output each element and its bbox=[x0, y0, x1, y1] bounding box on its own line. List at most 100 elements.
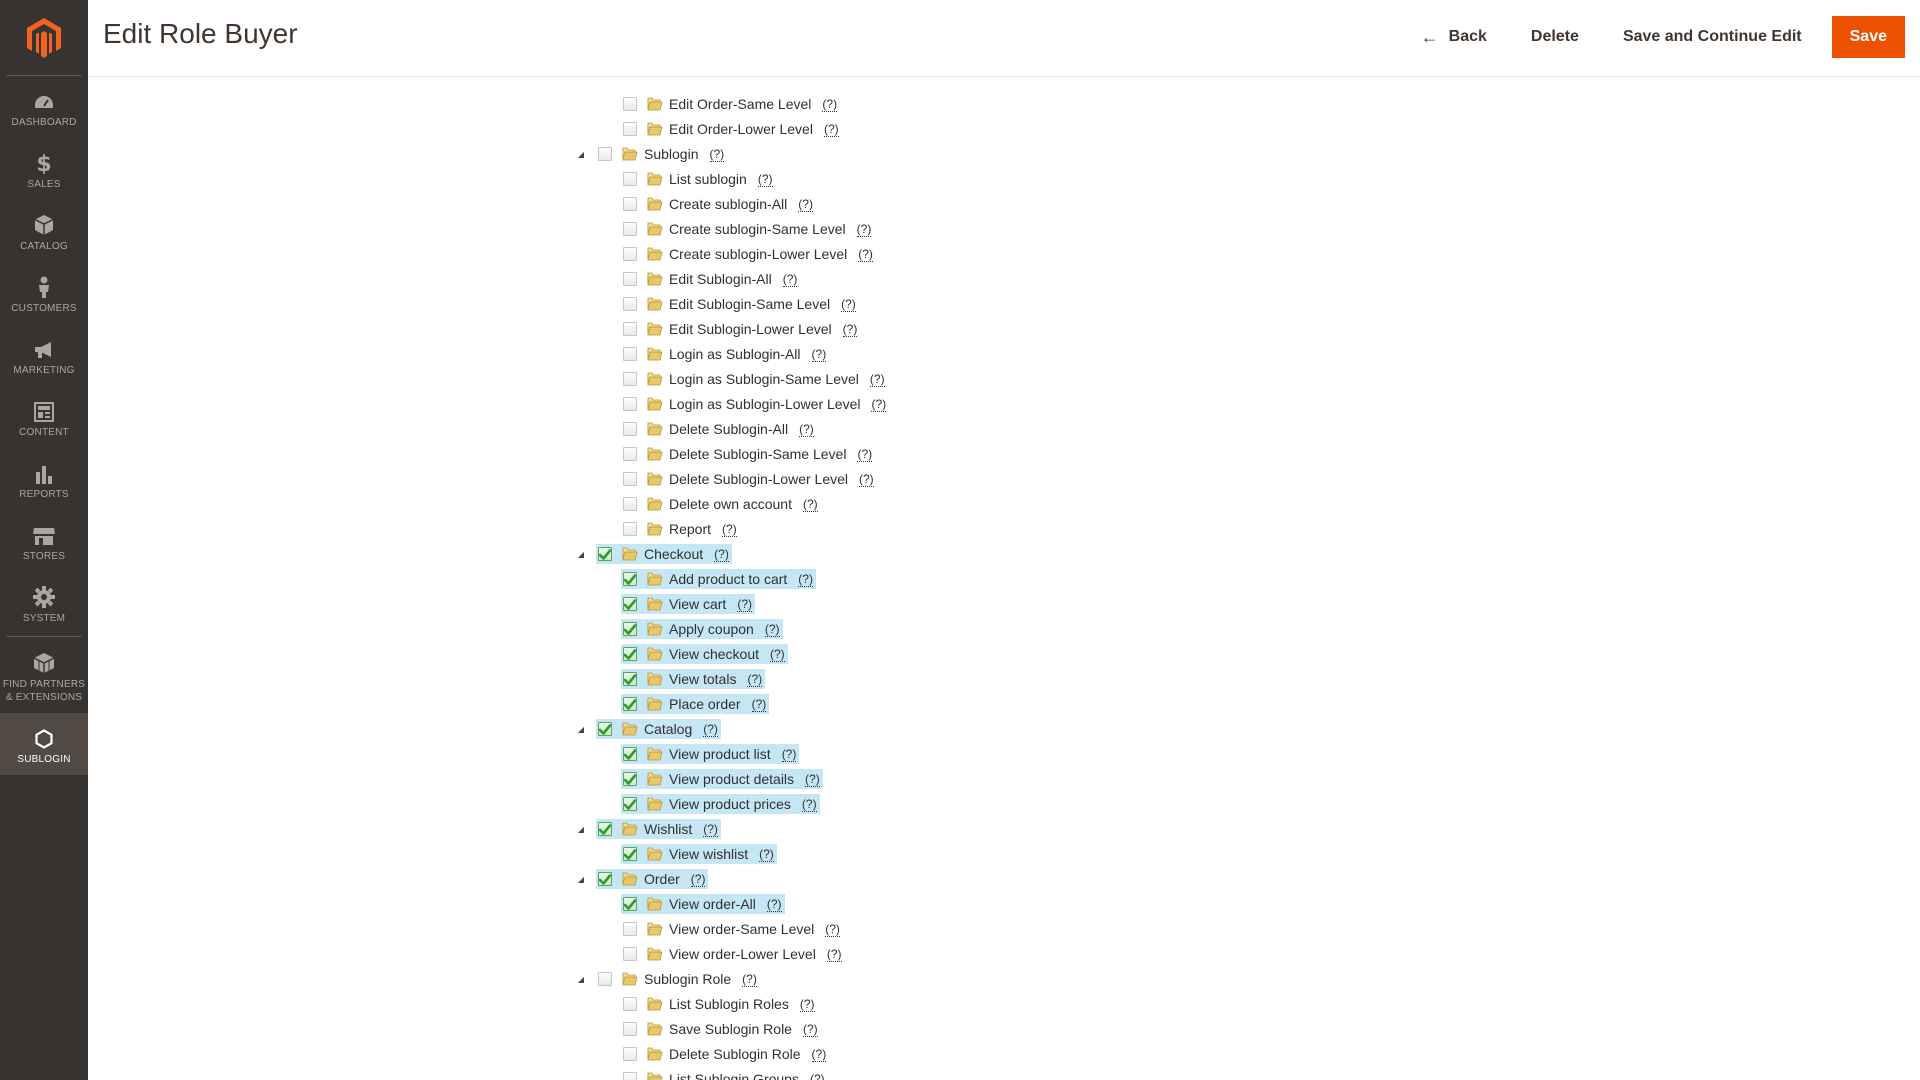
tree-node-anchor[interactable]: Sublogin Role (?) bbox=[596, 969, 760, 989]
tree-node-checkbox[interactable] bbox=[623, 322, 637, 336]
tree-node-edit-sublogin-same-level[interactable]: Edit Sublogin-Same Level (?) bbox=[621, 294, 859, 314]
tree-node-help[interactable]: (?) bbox=[690, 872, 706, 887]
tree-node-anchor[interactable]: Delete Sublogin-Same Level (?) bbox=[621, 444, 875, 464]
tree-node-help[interactable]: (?) bbox=[811, 1047, 827, 1062]
tree-node-delete-sublogin-lower-level[interactable]: Delete Sublogin-Lower Level (?) bbox=[621, 469, 877, 489]
tree-node-checkbox[interactable] bbox=[623, 1072, 637, 1080]
tree-node-checkbox[interactable] bbox=[623, 747, 637, 761]
tree-node-help[interactable]: (?) bbox=[799, 997, 815, 1012]
tree-node-create-sublogin-same-level[interactable]: Create sublogin-Same Level (?) bbox=[621, 219, 874, 239]
tree-node-view-product-list[interactable]: View product list (?) bbox=[621, 744, 800, 764]
tree-node-help[interactable]: (?) bbox=[770, 647, 785, 662]
tree-node-checkbox[interactable] bbox=[623, 1022, 637, 1036]
tree-node-checkbox[interactable] bbox=[623, 522, 637, 536]
tree-node-help[interactable]: (?) bbox=[858, 247, 873, 262]
tree-node-anchor[interactable]: Report (?) bbox=[621, 519, 740, 539]
tree-node-checkbox[interactable] bbox=[598, 547, 612, 561]
tree-node-anchor[interactable]: View product details (?) bbox=[621, 769, 823, 789]
tree-node-help[interactable]: (?) bbox=[811, 347, 827, 362]
tree-node-help[interactable]: (?) bbox=[781, 747, 797, 762]
tree-node-view-order-same-level[interactable]: View order-Same Level (?) bbox=[621, 919, 843, 939]
tree-node-sublogin[interactable]: Sublogin (?) bbox=[596, 144, 727, 164]
tree-node-checkbox[interactable] bbox=[623, 947, 637, 961]
tree-node-help[interactable]: (?) bbox=[802, 1022, 818, 1037]
tree-node-view-totals[interactable]: View totals (?) bbox=[621, 669, 766, 689]
tree-node-help[interactable]: (?) bbox=[714, 547, 729, 562]
tree-node-anchor[interactable]: Save Sublogin Role (?) bbox=[621, 1019, 821, 1039]
tree-node-apply-coupon[interactable]: Apply coupon (?) bbox=[621, 619, 783, 639]
tree-node-place-order[interactable]: Place order (?) bbox=[621, 694, 770, 714]
tree-node-checkbox[interactable] bbox=[623, 397, 637, 411]
tree-node-checkbox[interactable] bbox=[623, 672, 637, 686]
tree-node-checkbox[interactable] bbox=[623, 297, 637, 311]
tree-node-catalog[interactable]: Catalog (?) bbox=[596, 719, 721, 739]
tree-node-wishlist[interactable]: Wishlist (?) bbox=[596, 819, 721, 839]
tree-node-edit-sublogin-all[interactable]: Edit Sublogin-All (?) bbox=[621, 269, 800, 289]
tree-node-checkbox[interactable] bbox=[623, 172, 637, 186]
tree-node-checkbox[interactable] bbox=[623, 247, 637, 261]
tree-node-checkbox[interactable] bbox=[598, 872, 612, 886]
tree-node-anchor[interactable]: Edit Sublogin-Same Level (?) bbox=[621, 294, 859, 314]
tree-node-help[interactable]: (?) bbox=[764, 622, 780, 637]
tree-node-view-product-prices[interactable]: View product prices (?) bbox=[621, 794, 820, 814]
tree-node-login-as-sublogin-lower-level[interactable]: Login as Sublogin-Lower Level (?) bbox=[621, 394, 889, 414]
tree-node-checkbox[interactable] bbox=[623, 97, 637, 111]
tree-node-anchor[interactable]: Login as Sublogin-Lower Level (?) bbox=[621, 394, 889, 414]
tree-expand-toggle-icon[interactable]: ◢ bbox=[576, 149, 586, 159]
tree-node-help[interactable]: (?) bbox=[722, 522, 737, 537]
tree-node-help[interactable]: (?) bbox=[822, 97, 838, 112]
tree-node-checkbox[interactable] bbox=[623, 797, 637, 811]
tree-node-anchor[interactable]: View product list (?) bbox=[621, 744, 800, 764]
tree-node-anchor[interactable]: View checkout (?) bbox=[621, 644, 788, 664]
tree-node-checkout[interactable]: Checkout (?) bbox=[596, 544, 732, 564]
tree-node-help[interactable]: (?) bbox=[826, 947, 842, 962]
tree-node-help[interactable]: (?) bbox=[859, 472, 874, 487]
tree-node-help[interactable]: (?) bbox=[841, 297, 856, 312]
tree-node-view-order-lower-level[interactable]: View order-Lower Level (?) bbox=[621, 944, 845, 964]
tree-node-checkbox[interactable] bbox=[623, 897, 637, 911]
tree-node-checkbox[interactable] bbox=[623, 622, 637, 636]
tree-expand-toggle-icon[interactable]: ◢ bbox=[576, 724, 586, 734]
save-and-continue-button[interactable]: Save and Continue Edit bbox=[1601, 18, 1824, 56]
tree-node-anchor[interactable]: Add product to cart (?) bbox=[621, 569, 816, 589]
tree-node-add-product-to-cart[interactable]: Add product to cart (?) bbox=[621, 569, 816, 589]
back-button[interactable]: ← Back bbox=[1399, 17, 1509, 58]
tree-node-create-sublogin-all[interactable]: Create sublogin-All (?) bbox=[621, 194, 816, 214]
tree-node-checkbox[interactable] bbox=[623, 122, 637, 136]
tree-expand-toggle-icon[interactable]: ◢ bbox=[576, 874, 586, 884]
tree-node-anchor[interactable]: Edit Sublogin-All (?) bbox=[621, 269, 800, 289]
tree-node-checkbox[interactable] bbox=[623, 372, 637, 386]
tree-node-anchor[interactable]: View product prices (?) bbox=[621, 794, 820, 814]
tree-node-help[interactable]: (?) bbox=[766, 897, 782, 912]
tree-node-checkbox[interactable] bbox=[623, 447, 637, 461]
tree-node-help[interactable]: (?) bbox=[869, 372, 885, 387]
tree-node-anchor[interactable]: Order (?) bbox=[596, 869, 709, 889]
tree-node-checkbox[interactable] bbox=[623, 597, 637, 611]
tree-node-view-checkout[interactable]: View checkout (?) bbox=[621, 644, 788, 664]
tree-node-list-sublogin-roles[interactable]: List Sublogin Roles (?) bbox=[621, 994, 818, 1014]
magento-logo[interactable] bbox=[6, 0, 82, 76]
tree-node-anchor[interactable]: Delete Sublogin-Lower Level (?) bbox=[621, 469, 877, 489]
delete-button[interactable]: Delete bbox=[1509, 18, 1601, 56]
tree-node-anchor[interactable]: Login as Sublogin-All (?) bbox=[621, 344, 829, 364]
tree-node-delete-sublogin-all[interactable]: Delete Sublogin-All (?) bbox=[621, 419, 817, 439]
tree-node-report[interactable]: Report (?) bbox=[621, 519, 740, 539]
tree-node-anchor[interactable]: View order-All (?) bbox=[621, 894, 785, 914]
tree-node-help[interactable]: (?) bbox=[802, 497, 818, 512]
tree-node-view-cart[interactable]: View cart (?) bbox=[621, 594, 755, 614]
tree-node-view-order-all[interactable]: View order-All (?) bbox=[621, 894, 785, 914]
tree-node-help[interactable]: (?) bbox=[742, 972, 757, 987]
tree-node-checkbox[interactable] bbox=[623, 472, 637, 486]
tree-node-help[interactable]: (?) bbox=[798, 572, 813, 587]
tree-expand-toggle-icon[interactable]: ◢ bbox=[576, 824, 586, 834]
tree-node-checkbox[interactable] bbox=[623, 197, 637, 211]
tree-node-anchor[interactable]: View order-Same Level (?) bbox=[621, 919, 843, 939]
tree-node-help[interactable]: (?) bbox=[737, 597, 752, 612]
tree-node-checkbox[interactable] bbox=[623, 847, 637, 861]
tree-node-checkbox[interactable] bbox=[623, 572, 637, 586]
tree-node-anchor[interactable]: Edit Sublogin-Lower Level (?) bbox=[621, 319, 860, 339]
tree-node-help[interactable]: (?) bbox=[703, 722, 718, 737]
tree-node-anchor[interactable]: List sublogin (?) bbox=[621, 169, 776, 189]
tree-node-anchor[interactable]: Catalog (?) bbox=[596, 719, 721, 739]
tree-node-anchor[interactable]: List Sublogin Roles (?) bbox=[621, 994, 818, 1014]
